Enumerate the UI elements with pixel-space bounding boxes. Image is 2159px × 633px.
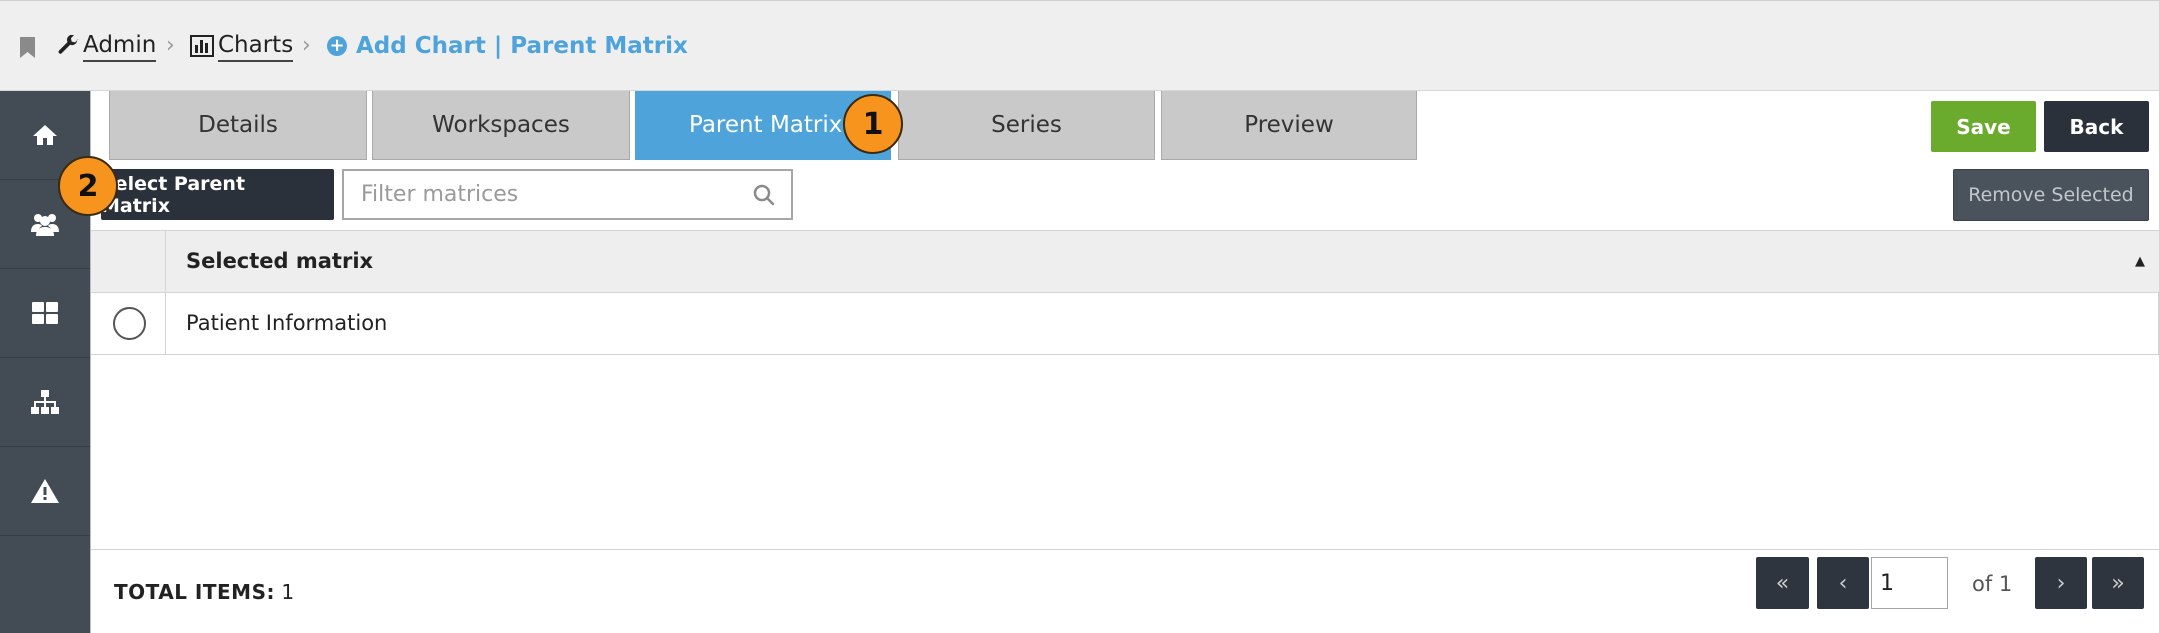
search-icon[interactable] <box>753 184 775 206</box>
breadcrumb-current-label: Add Chart | Parent Matrix <box>356 33 688 59</box>
home-icon <box>33 125 57 145</box>
row-radio-button[interactable] <box>113 307 146 340</box>
sidebar-item-dashboard[interactable] <box>0 269 90 358</box>
sidebar-item-hierarchy[interactable] <box>0 358 90 447</box>
breadcrumb-charts[interactable]: Charts <box>190 29 294 63</box>
prev-page-button[interactable]: ‹ <box>1817 557 1869 609</box>
first-page-button[interactable]: « <box>1756 557 1809 609</box>
tab-preview[interactable]: Preview <box>1161 91 1417 160</box>
breadcrumb-bar: Admin › Charts › + Add Chart | Parent Ma… <box>0 0 2159 91</box>
row-matrix-name: Patient Information <box>186 311 388 335</box>
tab-details[interactable]: Details <box>109 91 367 160</box>
select-parent-matrix-button[interactable]: Select Parent Matrix <box>101 169 334 220</box>
remove-selected-button[interactable]: Remove Selected <box>1953 169 2149 221</box>
table-footer: TOTAL ITEMS: 1 « ‹ of 1 › » <box>91 549 2159 633</box>
page-count-label: of 1 <box>1972 572 2013 596</box>
table-header: Selected matrix ▲ <box>91 230 2159 293</box>
tab-workspaces[interactable]: Workspaces <box>372 91 630 160</box>
sort-ascending-icon[interactable]: ▲ <box>2135 254 2145 269</box>
breadcrumb-admin-label[interactable]: Admin <box>83 31 157 62</box>
select-column-header <box>91 231 166 293</box>
total-items-label: TOTAL ITEMS: <box>114 580 275 604</box>
column-header-selected-matrix[interactable]: Selected matrix <box>186 249 373 273</box>
sidebar-item-alerts[interactable] <box>0 447 90 536</box>
filter-matrices-input[interactable] <box>344 171 724 218</box>
breadcrumb-separator: › <box>166 33 175 58</box>
page-number-input[interactable] <box>1871 557 1948 609</box>
sitemap-icon <box>31 390 59 414</box>
wrench-icon <box>58 35 79 54</box>
main-panel: Details Workspaces Parent Matrix Series … <box>58 91 2159 633</box>
grid-icon <box>32 302 58 324</box>
breadcrumb-current: + Add Chart | Parent Matrix <box>327 29 688 63</box>
total-items-value: 1 <box>281 580 295 604</box>
row-select-cell <box>91 293 166 354</box>
breadcrumb-separator: › <box>302 33 311 58</box>
filter-matrices-field[interactable] <box>342 169 793 220</box>
last-page-button[interactable]: » <box>2092 557 2144 609</box>
breadcrumb-admin[interactable]: Admin <box>57 29 157 63</box>
annotation-badge-2: 2 <box>58 156 118 216</box>
warning-icon <box>31 479 59 503</box>
total-items: TOTAL ITEMS: 1 <box>114 580 294 604</box>
plus-circle-icon: + <box>327 36 347 56</box>
bar-chart-icon <box>190 35 214 57</box>
annotation-badge-1: 1 <box>843 94 903 154</box>
bookmark-icon[interactable] <box>20 37 35 58</box>
back-button[interactable]: Back <box>2044 101 2149 152</box>
users-icon <box>31 214 59 236</box>
breadcrumb-charts-label[interactable]: Charts <box>218 31 294 62</box>
table-row: Patient Information <box>91 293 2159 355</box>
tab-series[interactable]: Series <box>898 91 1155 160</box>
next-page-button[interactable]: › <box>2035 557 2087 609</box>
save-button[interactable]: Save <box>1931 101 2036 152</box>
